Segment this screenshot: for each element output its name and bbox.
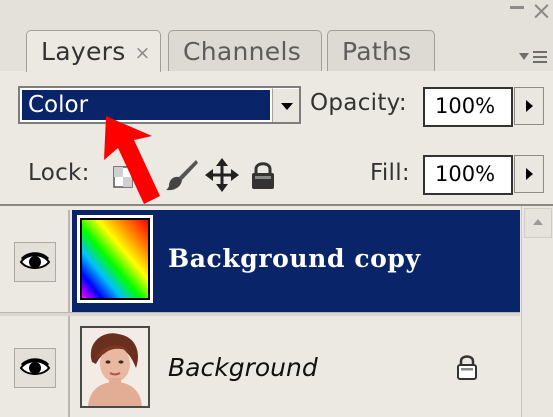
- layer-row-background[interactable]: Background: [0, 316, 520, 417]
- visibility-column: [0, 316, 70, 417]
- layer-lock-icon: [457, 355, 477, 380]
- fill-label: Fill:: [370, 160, 410, 186]
- layers-panel: Layers × Channels Paths × Color Opacity:…: [0, 0, 553, 417]
- tab-layers[interactable]: Layers ×: [26, 30, 161, 72]
- visibility-column: [0, 210, 70, 312]
- fill-slider-button[interactable]: [514, 155, 544, 193]
- annotation-arrow-icon: [104, 116, 160, 204]
- eye-icon: [19, 358, 51, 375]
- layers-scrollbar[interactable]: [521, 206, 553, 417]
- layer-thumbnail-photo: [80, 326, 150, 408]
- close-panel-icon[interactable]: ×: [531, 0, 552, 23]
- layer-thumbnail-gradient: [77, 215, 153, 303]
- tab-close-icon[interactable]: ×: [135, 42, 151, 64]
- layer-name[interactable]: Background copy: [168, 244, 421, 273]
- lock-paint-icon[interactable]: [165, 158, 199, 192]
- layer-selected-highlight: Background copy: [72, 210, 520, 312]
- layer-row-background-copy[interactable]: Background copy: [0, 210, 520, 312]
- tab-channels[interactable]: Channels: [168, 30, 322, 71]
- minimize-icon[interactable]: [510, 6, 524, 9]
- layers-list: Background copy Background: [0, 204, 553, 417]
- portrait-photo-thumbnail: [82, 328, 148, 406]
- tab-paths-label: Paths: [342, 36, 412, 66]
- panel-menu-icon[interactable]: [519, 47, 549, 67]
- visibility-toggle[interactable]: [14, 242, 56, 282]
- opacity-slider-button[interactable]: [514, 87, 544, 125]
- lock-label: Lock:: [28, 160, 90, 186]
- lock-all-icon[interactable]: [250, 160, 276, 190]
- opacity-label: Opacity:: [310, 90, 407, 116]
- scroll-up-icon[interactable]: [524, 208, 552, 238]
- chevron-down-icon[interactable]: [272, 88, 299, 122]
- visibility-toggle[interactable]: [14, 348, 56, 388]
- panel-tab-bar: Layers × Channels Paths ×: [0, 0, 553, 72]
- eye-icon: [19, 252, 51, 269]
- layer-name[interactable]: Background: [168, 353, 318, 382]
- layer-row-body: Background: [72, 316, 520, 417]
- lock-move-icon[interactable]: [205, 158, 239, 192]
- fill-input[interactable]: 100%: [423, 155, 513, 195]
- tab-layers-label: Layers: [41, 37, 126, 66]
- tab-channels-label: Channels: [183, 36, 302, 66]
- opacity-input[interactable]: 100%: [423, 87, 513, 127]
- tab-paths[interactable]: Paths: [327, 30, 435, 71]
- rainbow-gradient-thumbnail: [82, 220, 148, 298]
